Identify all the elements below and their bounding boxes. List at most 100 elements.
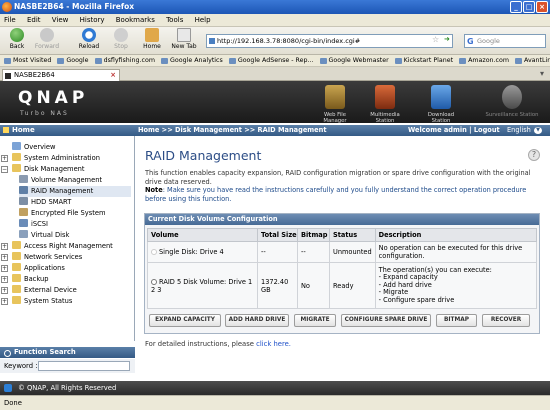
- bookmark-item[interactable]: Google: [57, 55, 89, 66]
- radio-button[interactable]: [151, 249, 157, 255]
- expand-icon[interactable]: +: [1, 155, 8, 162]
- menu-tools[interactable]: Tools: [166, 16, 183, 24]
- menu-file[interactable]: File: [4, 16, 16, 24]
- station-label: Download Station: [427, 112, 455, 124]
- folder-open-icon: [12, 164, 21, 172]
- sidebar-item-raid-management[interactable]: RAID Management: [19, 186, 131, 197]
- sidebar-item-disk-management[interactable]: − Disk Management: [1, 164, 85, 175]
- url-text: http://192.168.3.78:8080/cgi-bin/index.c…: [217, 37, 361, 45]
- sidebar-item-system-administration[interactable]: + System Administration: [1, 153, 100, 164]
- reload-button[interactable]: Reload: [74, 28, 104, 51]
- configure-spare-drive-button[interactable]: CONFIGURE SPARE DRIVE: [341, 314, 431, 327]
- menu-view[interactable]: View: [52, 16, 69, 24]
- expand-icon[interactable]: +: [1, 298, 8, 305]
- sidebar-item-network-services[interactable]: + Network Services: [1, 252, 82, 263]
- folder-icon: [12, 252, 21, 260]
- bookmark-item[interactable]: Most Visited: [4, 55, 51, 66]
- download-station-button[interactable]: Download Station: [418, 85, 464, 124]
- table-row[interactable]: Single Disk: Drive 4 -- -- Unmounted No …: [147, 241, 538, 263]
- sidebar-item-backup[interactable]: + Backup: [1, 274, 49, 285]
- size-cell: --: [257, 241, 298, 263]
- sidebar-item-overview[interactable]: Overview: [12, 142, 56, 153]
- bookmark-item[interactable]: AvantLink Affiliate Ma...: [515, 55, 550, 66]
- expand-icon[interactable]: +: [1, 287, 8, 294]
- help-icon[interactable]: ?: [528, 149, 540, 161]
- sidebar-item-applications[interactable]: + Applications: [1, 263, 65, 274]
- tab-close-icon[interactable]: ×: [110, 70, 116, 81]
- multimedia-station-icon: [375, 85, 395, 109]
- bookmark-item[interactable]: Google AdSense - Rep...: [228, 55, 314, 66]
- recover-button[interactable]: RECOVER: [482, 314, 530, 327]
- home-panel-header[interactable]: Home: [0, 125, 135, 136]
- surveillance-station-button[interactable]: Surveillance Station: [484, 85, 540, 118]
- folder-icon: [12, 285, 21, 293]
- sidebar-item-encrypted-file-system[interactable]: Encrypted File System: [19, 208, 105, 219]
- search-input[interactable]: G Google: [464, 34, 546, 48]
- browser-tab[interactable]: NASBE2B64 ×: [2, 69, 120, 81]
- table-header-row: Volume Total Size Bitmap Status Descript…: [147, 228, 538, 242]
- back-button[interactable]: Back: [2, 28, 32, 51]
- minimize-icon[interactable]: _: [510, 1, 522, 13]
- new-tab-button[interactable]: New Tab: [166, 28, 202, 51]
- table-row[interactable]: RAID 5 Disk Volume: Drive 1 2 3 1372.40 …: [147, 262, 538, 309]
- add-hard-drive-button[interactable]: ADD HARD DRIVE: [225, 314, 289, 327]
- menu-help[interactable]: Help: [195, 16, 211, 24]
- note-text: : Make sure you have read the instructio…: [145, 186, 527, 203]
- sidebar-item-iscsi[interactable]: iSCSI: [19, 219, 48, 230]
- radio-button[interactable]: [151, 278, 157, 285]
- welcome-logout-link[interactable]: Welcome admin | Logout: [408, 125, 500, 136]
- menu-bookmarks[interactable]: Bookmarks: [116, 16, 155, 24]
- back-arrow-icon: [10, 28, 24, 42]
- volume-name: RAID 5 Disk Volume: Drive 1 2 3: [151, 277, 253, 294]
- volume-table: Volume Total Size Bitmap Status Descript…: [147, 228, 538, 309]
- expand-icon[interactable]: +: [1, 276, 8, 283]
- description-cell: The operation(s) you can execute: - Expa…: [374, 262, 538, 309]
- bitmap-button[interactable]: BITMAP: [436, 314, 477, 327]
- bookmark-item[interactable]: Google Webmaster: [319, 55, 389, 66]
- sidebar-item-external-device[interactable]: + External Device: [1, 285, 77, 296]
- google-search-icon: G: [467, 37, 474, 46]
- sidebar-item-hdd-smart[interactable]: HDD SMART: [19, 197, 71, 208]
- bookmark-item[interactable]: Kickstart Planet: [394, 55, 453, 66]
- collapse-icon[interactable]: −: [1, 166, 8, 173]
- breadcrumb[interactable]: Home >> Disk Management >> RAID Manageme…: [138, 125, 327, 136]
- home-icon: [145, 28, 159, 42]
- breadcrumb-bar: Home >> Disk Management >> RAID Manageme…: [135, 125, 550, 136]
- bookmark-star-icon[interactable]: ☆: [432, 35, 439, 44]
- expand-icon[interactable]: +: [1, 254, 8, 261]
- expand-icon[interactable]: +: [1, 243, 8, 250]
- close-icon[interactable]: ×: [536, 1, 548, 13]
- expand-icon[interactable]: +: [1, 265, 8, 272]
- chevron-down-icon[interactable]: ▼: [534, 127, 542, 134]
- sidebar-item-volume-management[interactable]: Volume Management: [19, 175, 102, 186]
- click-here-link[interactable]: click here.: [256, 340, 291, 348]
- folder-icon: [12, 263, 21, 271]
- menu-history[interactable]: History: [80, 16, 105, 24]
- bookmark-item[interactable]: Amazon.com: [459, 55, 509, 66]
- forward-button[interactable]: Forward: [32, 28, 62, 51]
- go-arrow-icon[interactable]: ➜: [444, 35, 450, 43]
- keyword-input[interactable]: [38, 361, 130, 371]
- web-file-manager-button[interactable]: Web File Manager: [312, 85, 358, 124]
- tab-list-icon[interactable]: ▾: [540, 69, 544, 78]
- hdd-icon: [19, 197, 28, 205]
- multimedia-station-button[interactable]: Multimedia Station: [362, 85, 408, 124]
- expand-capacity-button[interactable]: EXPAND CAPACITY: [149, 314, 221, 327]
- back-label: Back: [9, 43, 25, 50]
- maximize-icon[interactable]: □: [523, 1, 535, 13]
- action-button-row: EXPAND CAPACITY ADD HARD DRIVE MIGRATE C…: [149, 314, 537, 328]
- sidebar-item-system-status[interactable]: + System Status: [1, 296, 72, 307]
- sidebar-item-access-right-management[interactable]: + Access Right Management: [1, 241, 113, 252]
- bookmark-item[interactable]: dsflyfishing.com: [94, 55, 155, 66]
- menu-edit[interactable]: Edit: [27, 16, 41, 24]
- language-select[interactable]: English: [507, 125, 531, 136]
- url-input[interactable]: http://192.168.3.78:8080/cgi-bin/index.c…: [206, 34, 453, 48]
- stop-button[interactable]: Stop: [106, 28, 136, 51]
- migrate-button[interactable]: MIGRATE: [294, 314, 336, 327]
- sidebar-item-virtual-disk[interactable]: Virtual Disk: [19, 230, 69, 241]
- bookmark-item[interactable]: Google Analytics: [161, 55, 223, 66]
- page-title: RAID Management: [145, 148, 262, 163]
- status-cell: Ready: [329, 262, 376, 309]
- download-station-icon: [431, 85, 451, 109]
- home-button[interactable]: Home: [137, 28, 167, 51]
